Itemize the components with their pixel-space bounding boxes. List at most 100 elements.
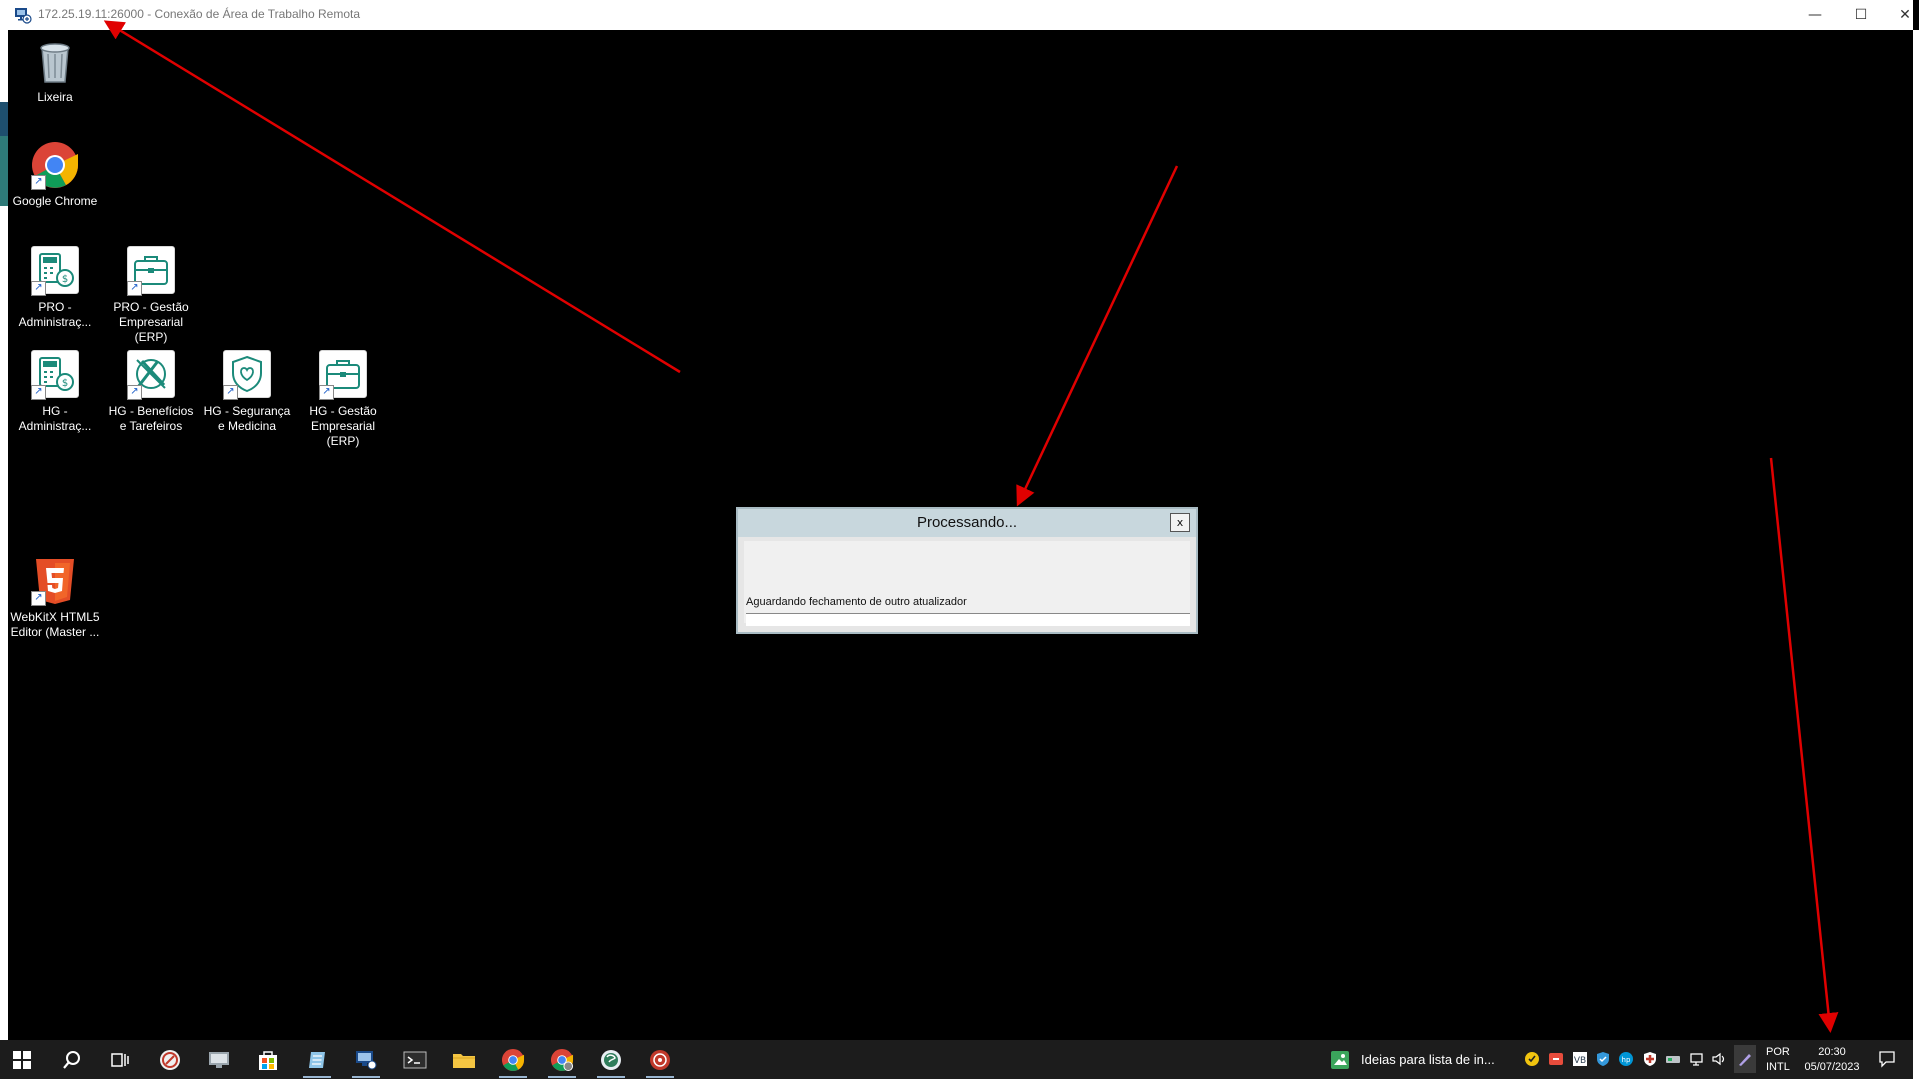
- taskbar-app-gear[interactable]: [640, 1044, 680, 1078]
- tray-vb-icon[interactable]: VB: [1571, 1050, 1589, 1068]
- tray-shield-blue-icon[interactable]: [1594, 1050, 1612, 1068]
- dialog-close-button[interactable]: x: [1170, 513, 1190, 532]
- taskbar-app-notepad[interactable]: [297, 1044, 337, 1078]
- monitor-app-icon: [209, 1051, 229, 1068]
- pen-icon: [1739, 1054, 1751, 1066]
- tray-drive-icon: [1666, 1056, 1680, 1063]
- desktop-icon-label: HG - Administraç...: [18, 404, 92, 433]
- processing-dialog[interactable]: Processando... x Aguardando fechamento d…: [736, 507, 1198, 634]
- start-button[interactable]: [2, 1044, 42, 1075]
- dialog-body: Aguardando fechamento de outro atualizad…: [744, 541, 1190, 626]
- chrome-profile-icon: [550, 1048, 574, 1071]
- desktop-icon-label: PRO - Administraç...: [18, 300, 92, 329]
- input-language-indicator[interactable]: POR INTL: [1766, 1045, 1790, 1075]
- taskbar-chrome-2[interactable]: [542, 1044, 582, 1078]
- desktop-icon-label: PRO - Gestão Empresarial (ERP): [113, 300, 189, 344]
- tray-pen-icon[interactable]: [1734, 1045, 1756, 1073]
- taskbar-store[interactable]: [248, 1044, 288, 1075]
- search-button[interactable]: [52, 1044, 92, 1075]
- desktop-icon-label: WebKitX HTML5 Editor (Master ...: [10, 610, 100, 639]
- globe-app-icon: [601, 1049, 621, 1070]
- image-app-icon: [1331, 1050, 1349, 1069]
- taskbar-window-label[interactable]: Ideias para lista de in...: [1361, 1052, 1495, 1067]
- taskbar-terminal[interactable]: [395, 1044, 435, 1075]
- close-button[interactable]: ✕: [1882, 0, 1919, 30]
- remote-desktop-icon: [356, 1050, 377, 1069]
- volume-icon: [1712, 1052, 1725, 1066]
- shortcut-arrow-icon: ↗: [31, 281, 46, 296]
- tray-usb-icon[interactable]: [1664, 1050, 1682, 1068]
- task-view-icon: [111, 1052, 129, 1067]
- tray-hp-icon[interactable]: hp: [1617, 1050, 1635, 1068]
- tray-volume-icon[interactable]: [1710, 1050, 1728, 1068]
- svg-text:hp: hp: [1622, 1056, 1631, 1064]
- clock-time: 20:30: [1818, 1046, 1846, 1058]
- dialog-status-message: Aguardando fechamento de outro atualizad…: [746, 596, 967, 608]
- shortcut-arrow-icon: ↗: [127, 281, 142, 296]
- task-view-button[interactable]: [100, 1044, 140, 1075]
- action-center-button[interactable]: [1878, 1050, 1896, 1068]
- desktop-icon-webkitx-editor[interactable]: ↗ WebKitX HTML5 Editor (Master ...: [8, 556, 102, 640]
- search-icon: [63, 1050, 80, 1069]
- rdp-title-bar[interactable]: 172.25.19.11:26000 - Conexão de Área de …: [0, 0, 1913, 31]
- taskbar-ideias-window[interactable]: [1322, 1044, 1358, 1075]
- taskbar-file-explorer[interactable]: [444, 1044, 484, 1075]
- desktop-icon-label: HG - Gestão Empresarial (ERP): [309, 404, 377, 448]
- windows-logo-icon: [13, 1050, 31, 1069]
- host-background-stripe: [0, 102, 8, 136]
- recycle-bin-icon: [40, 43, 70, 83]
- keyboard-layout: INTL: [1766, 1061, 1790, 1073]
- host-background-stripe: [0, 136, 8, 206]
- notepad-icon: [309, 1051, 325, 1068]
- taskbar[interactable]: Ideias para lista de in... VB hp POR INT…: [0, 1040, 1913, 1079]
- desktop-icon-label: Lixeira: [37, 90, 73, 104]
- shortcut-arrow-icon: ↗: [31, 591, 46, 606]
- desktop-icon-google-chrome[interactable]: ↗ Google Chrome: [8, 140, 102, 209]
- shortcut-arrow-icon: ↗: [31, 385, 46, 400]
- desktop-icon-hg-gestao-empresarial[interactable]: ↗ HG - Gestão Empresarial (ERP): [296, 348, 390, 449]
- svg-text:$: $: [62, 378, 68, 389]
- tray-red-app-icon[interactable]: [1547, 1050, 1565, 1068]
- desktop-icon-label: HG - Segurança e Medicina: [203, 404, 291, 433]
- language-code: POR: [1766, 1046, 1790, 1058]
- progress-bar: [746, 613, 1190, 626]
- tray-vb-app-icon: VB: [1573, 1052, 1587, 1066]
- tray-red-square-icon: [1549, 1053, 1563, 1065]
- taskbar-chrome-1[interactable]: [493, 1044, 533, 1078]
- taskbar-app-1[interactable]: [150, 1044, 190, 1075]
- dialog-title: Processando...: [738, 509, 1196, 537]
- taskbar-app-2[interactable]: [199, 1044, 239, 1075]
- tray-security-icon[interactable]: [1641, 1050, 1659, 1068]
- shortcut-arrow-icon: ↗: [31, 175, 46, 190]
- desktop-icon-recycle-bin[interactable]: Lixeira: [8, 36, 102, 105]
- chrome-icon: [501, 1048, 525, 1071]
- svg-text:$: $: [62, 274, 68, 285]
- desktop-icon-label: HG - Benefícios e Tarefeiros: [108, 404, 194, 433]
- folder-icon: [453, 1053, 475, 1068]
- window-right-edge: [1913, 30, 1919, 1079]
- desktop-icon-hg-administracao[interactable]: $ ↗ HG - Administraç...: [8, 348, 102, 434]
- desktop-icon-hg-beneficios[interactable]: ↗ HG - Benefícios e Tarefeiros: [104, 348, 198, 434]
- terminal-icon: [403, 1051, 427, 1068]
- tray-network-icon[interactable]: [1688, 1050, 1706, 1068]
- desktop-icon-pro-administracao[interactable]: $ ↗ PRO - Administraç...: [8, 244, 102, 330]
- desktop-icon-hg-seguranca[interactable]: ↗ HG - Segurança e Medicina: [200, 348, 294, 434]
- tray-norton-icon[interactable]: [1523, 1050, 1541, 1068]
- svg-text:VB: VB: [1574, 1056, 1586, 1066]
- network-icon: [1690, 1053, 1703, 1066]
- store-icon: [259, 1050, 277, 1070]
- taskbar-remote-desktop[interactable]: [346, 1044, 386, 1078]
- shortcut-arrow-icon: ↗: [319, 385, 334, 400]
- shortcut-arrow-icon: ↗: [127, 385, 142, 400]
- tray-hp-logo-icon: hp: [1619, 1052, 1633, 1066]
- taskbar-clock[interactable]: 20:30 05/07/2023: [1800, 1045, 1864, 1075]
- taskbar-app-globe[interactable]: [591, 1044, 631, 1078]
- minimize-button[interactable]: —: [1792, 0, 1838, 30]
- desktop-icon-pro-gestao-empresarial[interactable]: ↗ PRO - Gestão Empresarial (ERP): [104, 244, 198, 345]
- tray-red-cross-icon: [1644, 1052, 1656, 1066]
- remote-desktop-icon: [15, 8, 32, 24]
- desktop-icon-label: Google Chrome: [12, 194, 98, 208]
- window-title: 172.25.19.11:26000 - Conexão de Área de …: [38, 7, 361, 21]
- maximize-button[interactable]: ☐: [1838, 0, 1884, 30]
- tray-shield-yellow-icon: [1525, 1052, 1539, 1066]
